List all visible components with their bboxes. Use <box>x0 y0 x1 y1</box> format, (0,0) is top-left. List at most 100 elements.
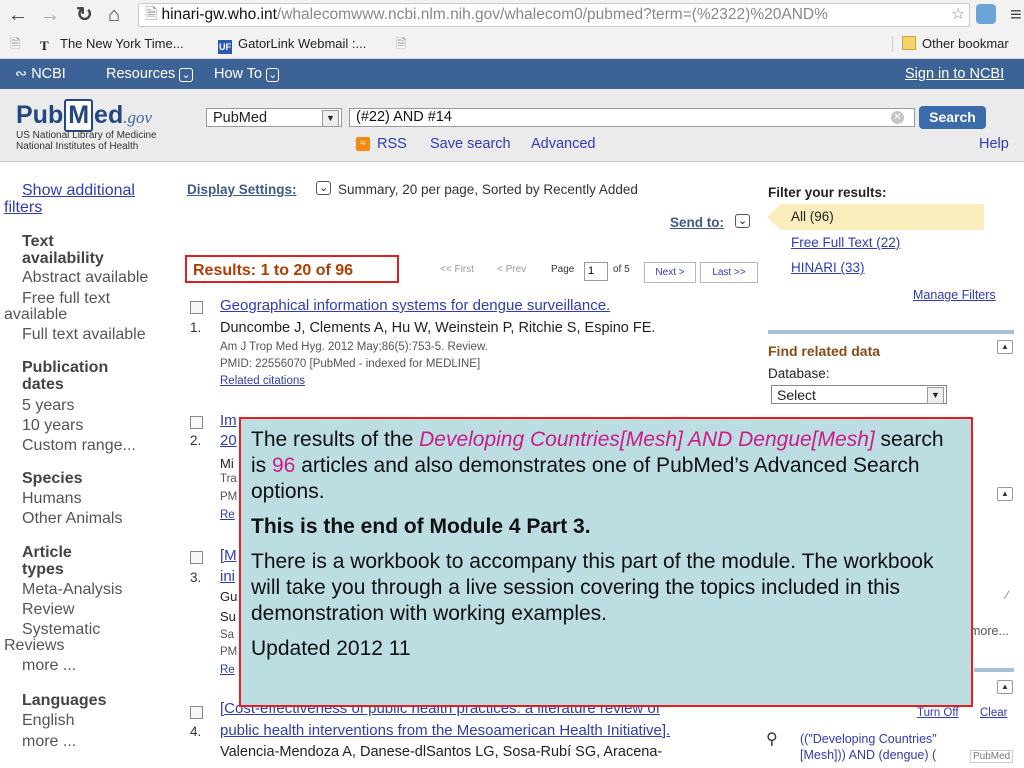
languages-more[interactable]: more ... <box>22 733 76 751</box>
home-icon[interactable]: ⌂ <box>108 3 120 27</box>
text-availability-heading: Text <box>22 233 54 250</box>
related-citations-fragment[interactable]: Re <box>220 509 235 521</box>
url-bar[interactable]: 🗎 hinari-gw.who.int/whalecomwww.ncbi.nlm.… <box>138 3 970 27</box>
url-host: hinari-gw.who.int <box>161 6 277 23</box>
filter-english[interactable]: English <box>22 712 74 730</box>
pager-first[interactable]: << First <box>440 264 474 275</box>
nyt-icon: T <box>40 38 49 53</box>
url-path: /whalecomwww.ncbi.nlm.nih.gov/whalecom0/… <box>276 6 828 23</box>
advanced-link[interactable]: Advanced <box>531 136 596 152</box>
result-checkbox[interactable] <box>190 706 203 719</box>
more-link[interactable]: more... <box>970 624 1009 638</box>
history-item-tag: PubMed <box>970 750 1014 763</box>
star-icon[interactable]: ☆ <box>951 4 965 26</box>
search-button[interactable]: Search <box>919 106 986 129</box>
filter-10-years[interactable]: 10 years <box>22 417 83 435</box>
clear-history-link[interactable]: Clear <box>980 707 1007 719</box>
result-journal-fragment: Sa <box>220 629 235 641</box>
apps-icon[interactable]: 🗎 <box>10 30 20 58</box>
result-title[interactable]: Geographical information systems for den… <box>220 297 610 314</box>
article-count: 96 <box>272 454 296 477</box>
show-additional-filters[interactable]: Show additional <box>22 182 135 200</box>
related-citations-fragment[interactable]: Re <box>220 664 235 676</box>
filter-free-full-text-right[interactable]: Free Full Text (22) <box>791 235 900 250</box>
search-input[interactable] <box>349 108 915 127</box>
filter-custom-range[interactable]: Custom range... <box>22 437 136 455</box>
history-item-line-1[interactable]: (("Developing Countries" <box>800 732 937 746</box>
related-citations-link[interactable]: Related citations <box>220 375 305 387</box>
chevron-down-icon[interactable]: ⌄ <box>316 181 332 195</box>
chevron-down-icon[interactable]: ⌄ <box>735 214 751 228</box>
bookmark-nyt[interactable]: T The New York Time... <box>40 30 184 58</box>
howto-menu[interactable]: How To ⌄ <box>214 59 280 90</box>
result-checkbox[interactable] <box>190 551 203 564</box>
text-availability-heading-2: availability <box>22 250 104 267</box>
page-number-input[interactable] <box>584 262 608 281</box>
result-title-fragment[interactable]: 20 <box>220 432 237 449</box>
section-divider <box>768 330 1014 334</box>
article-types-more[interactable]: more ... <box>22 657 76 675</box>
result-pmid-fragment: PM <box>220 491 238 503</box>
pager-next[interactable]: Next > <box>644 262 696 283</box>
collapse-icon[interactable]: ▲ <box>997 680 1013 694</box>
collapse-icon[interactable]: ▲ <box>997 340 1013 354</box>
filter-humans[interactable]: Humans <box>22 490 82 508</box>
database-select[interactable]: PubMed ▼ <box>206 108 342 127</box>
filter-other-animals[interactable]: Other Animals <box>22 510 122 528</box>
resources-menu[interactable]: Resources ⌄ <box>106 59 193 90</box>
filter-hinari[interactable]: HINARI (33) <box>791 260 865 275</box>
filter-5-years[interactable]: 5 years <box>22 397 74 415</box>
filter-full-text[interactable]: Full text available <box>22 326 146 344</box>
sign-in-link[interactable]: Sign in to NCBI <box>905 59 1004 89</box>
result-authors-fragment: Su <box>220 609 236 624</box>
pager-last[interactable]: Last >> <box>700 262 758 283</box>
history-item-line-2[interactable]: [Mesh])) AND (dengue) ( <box>800 748 936 762</box>
clear-icon[interactable]: ✕ <box>891 111 904 124</box>
pager-prev[interactable]: < Prev <box>497 264 526 275</box>
manage-filters-link[interactable]: Manage Filters <box>913 288 996 302</box>
filter-all[interactable]: All (96) <box>767 204 984 230</box>
result-title-fragment[interactable]: Im <box>220 412 237 429</box>
help-link[interactable]: Help <box>979 136 1009 152</box>
send-to-link[interactable]: Send to: <box>670 215 724 230</box>
related-database-select[interactable]: Select ▼ <box>771 385 947 404</box>
result-title-fragment[interactable]: [M <box>220 547 237 564</box>
filter-free-full-text-2[interactable]: available <box>4 306 67 324</box>
result-number: 1. <box>190 320 202 335</box>
result-checkbox[interactable] <box>190 301 203 314</box>
publication-dates-heading: Publication <box>22 359 109 376</box>
bookmark-gatorlink[interactable]: UF GatorLink Webmail :... <box>218 30 366 58</box>
filter-systematic-reviews-2[interactable]: Reviews <box>4 637 64 655</box>
forward-icon[interactable]: → <box>40 3 60 27</box>
resize-handle-icon[interactable]: ∕ <box>1006 588 1008 602</box>
chevron-down-icon: ▼ <box>927 387 944 404</box>
result-checkbox[interactable] <box>190 416 203 429</box>
result-title-2[interactable]: public health interventions from the Mes… <box>220 722 670 739</box>
rss-icon[interactable]: ≈ <box>356 137 370 151</box>
bookmark-other[interactable]: Other bookmar <box>902 30 1009 58</box>
callout-paragraph-4: Updated 2012 11 <box>251 637 411 660</box>
species-heading: Species <box>22 470 83 487</box>
collapse-icon[interactable]: ▲ <box>997 487 1013 501</box>
filter-abstract[interactable]: Abstract available <box>22 269 148 287</box>
tutorial-callout: The results of the Developing Countries[… <box>239 417 973 707</box>
menu-icon[interactable]: ≡ <box>1010 3 1022 27</box>
result-title-fragment[interactable]: ini <box>220 568 235 585</box>
back-icon[interactable]: ← <box>8 3 28 27</box>
bookmark-blank-icon[interactable]: 🗎 <box>396 30 406 58</box>
reload-icon[interactable]: ↻ <box>76 3 93 27</box>
show-additional-filters-2[interactable]: filters <box>4 199 42 217</box>
chevron-down-icon: ⌄ <box>179 68 193 82</box>
ncbi-logo[interactable]: ∾ NCBI <box>15 59 66 89</box>
filter-review[interactable]: Review <box>22 601 74 619</box>
filter-meta-analysis[interactable]: Meta-Analysis <box>22 581 122 599</box>
display-settings-link[interactable]: Display Settings: <box>187 182 297 197</box>
save-search-link[interactable]: Save search <box>430 136 511 152</box>
database-label: Database: <box>768 366 830 381</box>
rss-link[interactable]: RSS <box>377 136 407 152</box>
pubmed-logo[interactable]: Pub Med.gov <box>16 99 152 132</box>
turn-off-link[interactable]: Turn Off <box>917 707 959 719</box>
search-icon[interactable]: ⚲ <box>766 729 778 749</box>
chevron-down-icon: ▼ <box>322 110 339 127</box>
extension-icon[interactable] <box>976 4 996 24</box>
